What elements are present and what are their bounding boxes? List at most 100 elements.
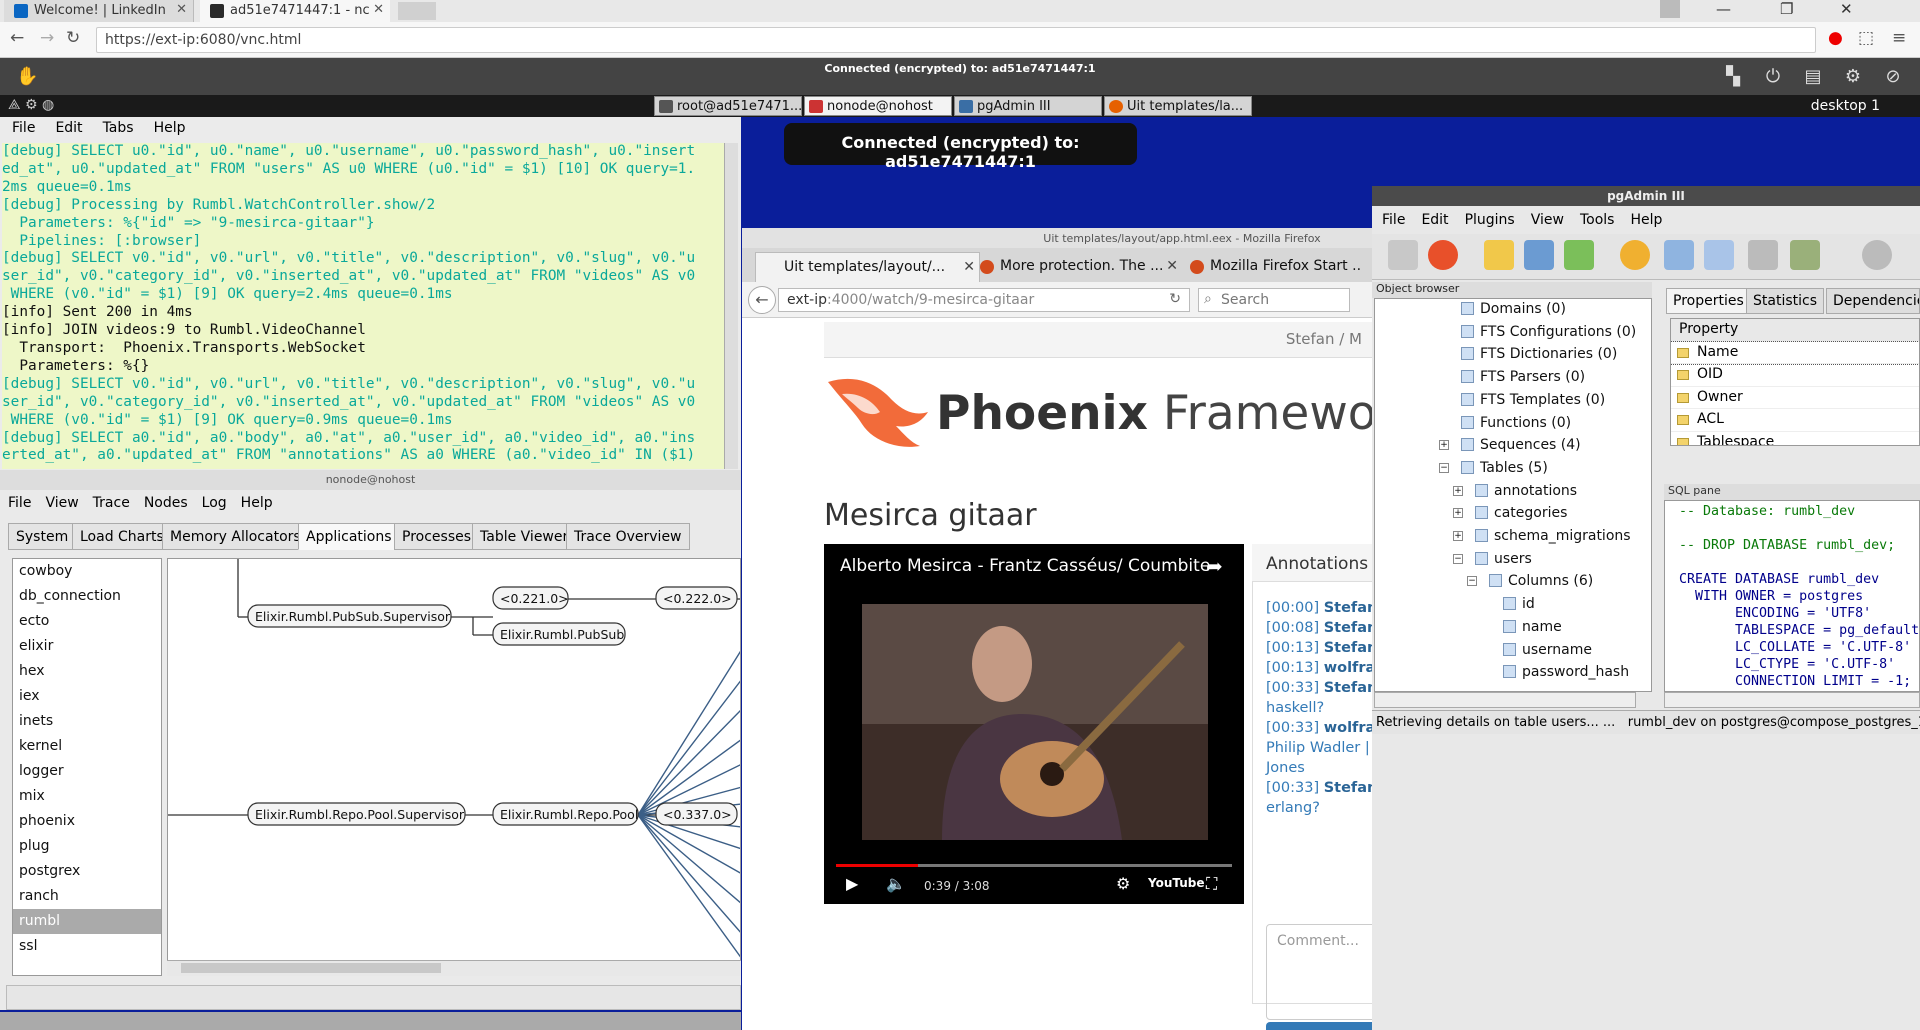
collapse-icon[interactable]: −	[1467, 576, 1477, 587]
tree-item[interactable]: FTS Templates (0)	[1461, 392, 1605, 408]
reload-icon[interactable]: ↻	[66, 28, 80, 48]
fullscreen-icon[interactable]: ⛶	[1206, 874, 1217, 894]
menu-view[interactable]: View	[37, 492, 84, 511]
taskbar-item-pgadmin[interactable]: pgAdmin III	[954, 96, 1102, 116]
tab-system[interactable]: System	[8, 523, 77, 550]
sql-query-icon[interactable]	[1620, 240, 1650, 270]
tab-properties[interactable]: Properties	[1666, 288, 1751, 314]
properties-grid[interactable]: Property Name OID Owner ACL Tablespace	[1670, 318, 1920, 446]
settings-gear-icon[interactable]: ⚙	[1842, 66, 1864, 88]
menu-trace[interactable]: Trace	[85, 492, 136, 511]
close-icon[interactable]: ✕	[1166, 258, 1178, 274]
play-icon[interactable]: ▶	[846, 874, 858, 893]
menu-edit[interactable]: Edit	[1411, 208, 1454, 228]
application-item[interactable]: logger	[13, 759, 161, 784]
expand-icon[interactable]: +	[1453, 531, 1463, 541]
tree-item[interactable]: FTS Configurations (0)	[1461, 324, 1636, 340]
taskbar-item-observer[interactable]: nonode@nohost	[804, 96, 952, 116]
properties-icon[interactable]	[1484, 240, 1514, 270]
tree-node-pid[interactable]: <0.222.0>	[663, 591, 732, 606]
extra-keys-icon[interactable]: ▚	[1722, 66, 1744, 88]
application-item[interactable]: elixir	[13, 634, 161, 659]
tree-item[interactable]: FTS Parsers (0)	[1461, 369, 1585, 385]
application-item[interactable]: postgrex	[13, 859, 161, 884]
menu-help[interactable]: Help	[142, 117, 194, 136]
menu-view[interactable]: View	[1521, 208, 1570, 228]
tab-processes[interactable]: Processes	[394, 523, 480, 550]
application-item[interactable]: rumbl	[13, 909, 161, 934]
menu-file[interactable]: File	[0, 117, 43, 136]
tree-item[interactable]: − Tables (5)	[1439, 460, 1548, 476]
tree-item[interactable]: password_hash	[1503, 664, 1629, 680]
tree-node-pubsub-supervisor[interactable]: Elixir.Rumbl.PubSub.Supervisor	[255, 609, 451, 624]
expand-icon[interactable]: +	[1453, 485, 1463, 496]
tab-applications[interactable]: Applications	[298, 523, 400, 550]
application-item[interactable]: ecto	[13, 609, 161, 634]
extension-icon[interactable]: ⬚	[1858, 28, 1874, 48]
application-item[interactable]: iex	[13, 684, 161, 709]
video-caption[interactable]: Alberto Mesirca - Frantz Casséus/ Coumbi…	[840, 556, 1210, 576]
user-nav[interactable]: Stefan / M	[824, 322, 1374, 358]
menu-help[interactable]: Help	[1620, 208, 1668, 228]
view-data-icon[interactable]	[1664, 240, 1694, 270]
clipboard-icon[interactable]: ▤	[1802, 66, 1824, 88]
tree-node-repo-pool-supervisor[interactable]: Elixir.Rumbl.Repo.Pool.Supervisor	[255, 807, 465, 822]
property-row[interactable]: Tablespace	[1671, 432, 1919, 445]
close-icon[interactable]: ✕	[373, 2, 384, 17]
collapse-icon[interactable]: −	[1453, 553, 1463, 564]
tree-item[interactable]: id	[1503, 596, 1535, 612]
firefox-tab-active[interactable]: Uit templates/layout/... ✕	[755, 252, 980, 282]
connect-icon[interactable]	[1388, 240, 1418, 270]
tree-node-repo-pool[interactable]: Elixir.Rumbl.Repo.Pool	[500, 807, 638, 822]
menu-file[interactable]: File	[1372, 208, 1411, 228]
tree-item[interactable]: + categories	[1453, 505, 1567, 521]
firefox-tab[interactable]: More protection. The ... ✕	[972, 252, 1182, 282]
maintenance-icon[interactable]	[1748, 240, 1778, 270]
supervision-tree[interactable]: Elixir.Rumbl.PubSub.Supervisor <0.221.0>…	[167, 558, 741, 976]
disconnect-icon[interactable]: ⊘	[1882, 66, 1904, 88]
taskbar-item-terminal[interactable]: root@ad51e7471...	[654, 96, 802, 116]
application-item[interactable]: hex	[13, 659, 161, 684]
firefox-tab[interactable]: Mozilla Firefox Start ...	[1182, 252, 1362, 282]
application-item[interactable]: plug	[13, 834, 161, 859]
tree-node-pid[interactable]: <0.221.0>	[500, 591, 569, 606]
menu-icon[interactable]: ≡	[1892, 28, 1906, 48]
hint-icon[interactable]	[1862, 240, 1892, 270]
reload-icon[interactable]: ↻	[1169, 291, 1181, 307]
browser-tab-linkedin[interactable]: Welcome! | LinkedIn ✕	[4, 0, 194, 22]
tree-item[interactable]: Domains (0)	[1461, 301, 1566, 317]
power-icon[interactable]: ⏻	[1762, 66, 1784, 88]
tree-item[interactable]: name	[1503, 619, 1562, 635]
application-item[interactable]: inets	[13, 709, 161, 734]
terminal-scrollbar[interactable]	[724, 143, 738, 469]
tree-item[interactable]: + schema_migrations	[1453, 528, 1631, 544]
sql-pane-scrollbar[interactable]	[1664, 692, 1920, 708]
filtered-data-icon[interactable]	[1704, 240, 1734, 270]
close-icon[interactable]: ✕	[176, 2, 187, 17]
new-tab-button[interactable]	[398, 2, 436, 20]
menu-edit[interactable]: Edit	[43, 117, 90, 136]
tab-statistics[interactable]: Statistics	[1746, 288, 1824, 314]
expand-icon[interactable]: +	[1439, 440, 1449, 451]
browser-tab-vnc[interactable]: ad51e7471447:1 - nc ✕	[200, 0, 390, 22]
create-object-icon[interactable]	[1524, 240, 1554, 270]
tab-table-viewer[interactable]: Table Viewer	[472, 523, 577, 550]
minimize-icon[interactable]: —	[1716, 0, 1731, 18]
address-bar[interactable]: https://ext-ip:6080/vnc.html	[96, 27, 1816, 53]
plugins-icon[interactable]	[1790, 240, 1820, 270]
application-item[interactable]: ssl	[13, 934, 161, 959]
tree-node-pubsub[interactable]: Elixir.Rumbl.PubSub	[500, 627, 624, 642]
tree-item[interactable]: − Columns (6)	[1467, 573, 1593, 589]
tree-item[interactable]: − users	[1453, 551, 1532, 567]
menu-nodes[interactable]: Nodes	[136, 492, 194, 511]
object-browser-scrollbar[interactable]	[1374, 692, 1636, 708]
taskbar-item-firefox[interactable]: Uit templates/la...	[1104, 96, 1252, 116]
menu-tabs[interactable]: Tabs	[91, 117, 142, 136]
youtube-logo-icon[interactable]: YouTube	[1148, 876, 1205, 890]
application-item[interactable]: phoenix	[13, 809, 161, 834]
tab-memory-allocators[interactable]: Memory Allocators	[162, 523, 309, 550]
terminal-output[interactable]: [debug] SELECT u0."id", u0."name", u0."u…	[2, 143, 724, 469]
drag-hand-icon[interactable]: ✋	[16, 66, 38, 88]
application-item[interactable]: ranch	[13, 884, 161, 909]
menu-tools[interactable]: Tools	[1570, 208, 1621, 228]
